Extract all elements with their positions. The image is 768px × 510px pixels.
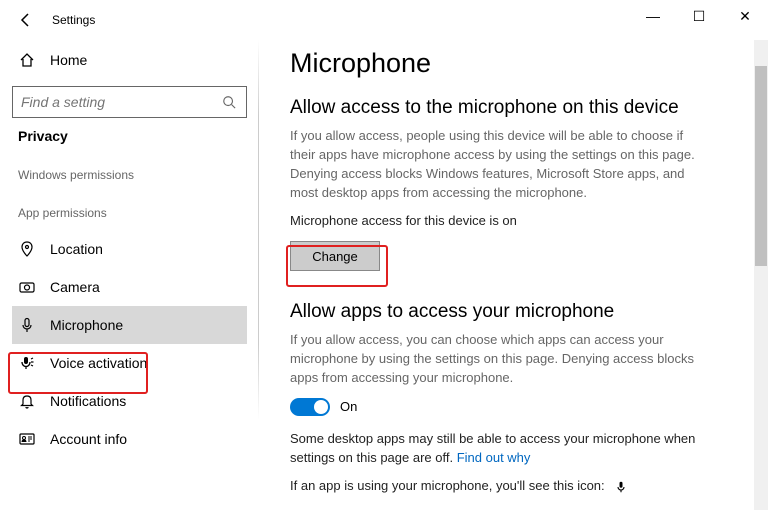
sidebar-item-label: Voice activation [50,355,147,371]
section1-body: If you allow access, people using this d… [290,127,710,202]
sidebar-item-location[interactable]: Location [12,230,247,268]
change-button[interactable]: Change [290,241,380,271]
toggle-label: On [340,399,357,414]
page-title: Microphone [290,48,738,79]
voice-activation-icon [18,354,36,372]
sidebar-item-label: Notifications [50,393,126,409]
privacy-category: Privacy [18,128,241,144]
home-nav[interactable]: Home [12,40,247,80]
sidebar-item-label: Account info [50,431,127,447]
location-icon [18,240,36,258]
icon-note: If an app is using your microphone, you'… [290,477,710,496]
search-icon [220,93,238,111]
window-title: Settings [44,13,95,27]
sidebar-item-account-info[interactable]: Account info [12,420,247,458]
sidebar: Home Privacy Windows permissions App per… [0,40,260,510]
home-icon [18,51,36,69]
close-button[interactable]: ✕ [722,0,768,32]
mic-access-status: Microphone access for this device is on [290,212,710,231]
section2-heading: Allow apps to access your microphone [290,301,738,323]
mic-indicator-icon [612,478,630,496]
sidebar-item-label: Location [50,241,103,257]
windows-permissions-label: Windows permissions [18,168,241,182]
main-content: Microphone Allow access to the microphon… [260,40,768,510]
home-label: Home [50,52,87,68]
microphone-icon [18,316,36,334]
scrollbar[interactable] [754,40,768,510]
sidebar-item-label: Camera [50,279,100,295]
back-button[interactable] [8,2,44,38]
allow-apps-toggle[interactable] [290,398,330,416]
section2-body: If you allow access, you can choose whic… [290,331,710,388]
find-out-why-link[interactable]: Find out why [457,450,531,465]
sidebar-item-camera[interactable]: Camera [12,268,247,306]
sidebar-item-voice-activation[interactable]: Voice activation [12,344,247,382]
section1-heading: Allow access to the microphone on this d… [290,97,738,119]
scrollbar-thumb[interactable] [755,66,767,266]
maximize-button[interactable]: ☐ [676,0,722,32]
search-field[interactable] [21,94,220,110]
sidebar-item-microphone[interactable]: Microphone [12,306,247,344]
sidebar-item-label: Microphone [50,317,123,333]
desktop-apps-note: Some desktop apps may still be able to a… [290,430,710,468]
minimize-button[interactable]: — [630,0,676,32]
notifications-icon [18,392,36,410]
sidebar-item-notifications[interactable]: Notifications [12,382,247,420]
search-input[interactable] [12,86,247,118]
account-info-icon [18,430,36,448]
camera-icon [18,278,36,296]
app-permissions-label: App permissions [18,206,241,220]
